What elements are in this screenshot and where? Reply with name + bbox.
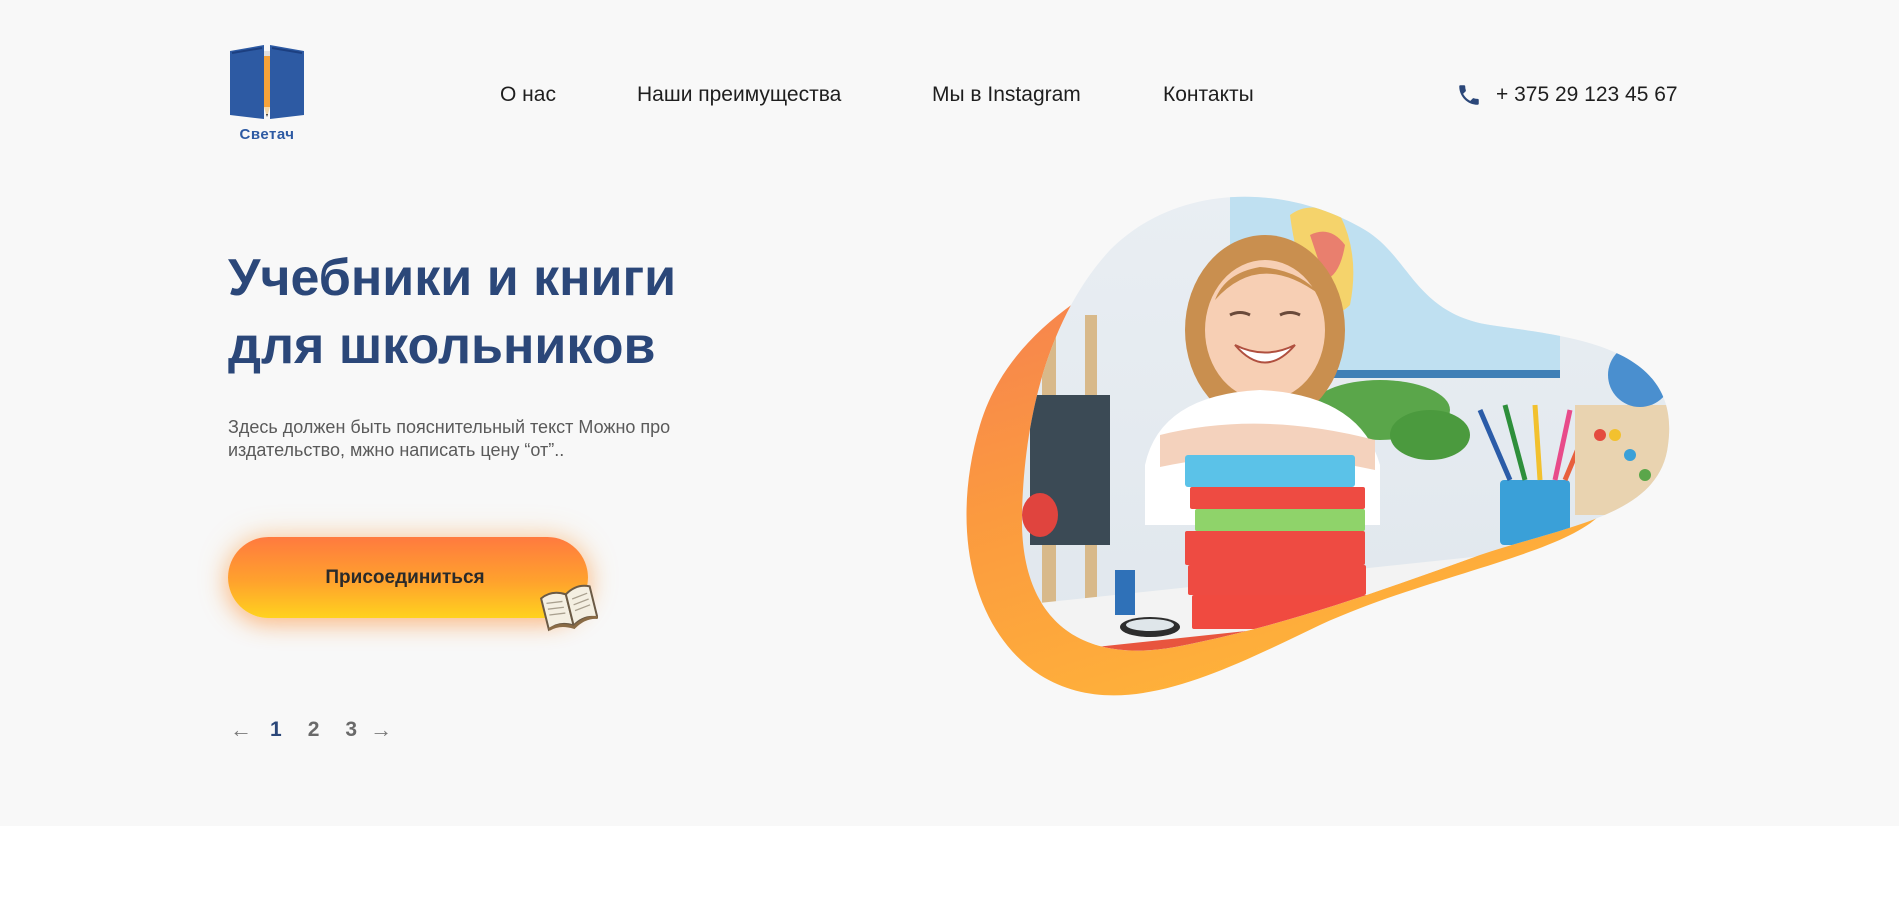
nav-item-about[interactable]: О нас — [500, 83, 556, 107]
hero-title-line-2: для школьников — [228, 317, 656, 375]
join-button[interactable]: Присоединиться — [228, 537, 588, 618]
prev-arrow-icon[interactable]: ← — [230, 719, 252, 741]
page-1[interactable]: 1 — [270, 718, 282, 742]
nav-item-instagram[interactable]: Мы в Instagram — [932, 83, 1081, 107]
hero-title-line-1: Учебники и книги — [228, 249, 677, 307]
brand-logo[interactable]: Светач — [228, 45, 306, 143]
book-logo-icon — [230, 45, 304, 119]
brand-name: Светач — [239, 126, 295, 143]
next-arrow-icon[interactable]: → — [370, 719, 392, 741]
page-2[interactable]: 2 — [308, 718, 320, 742]
hero-description: Здесь должен быть пояснительный текст Мо… — [228, 417, 671, 460]
open-book-icon — [540, 584, 598, 632]
hero-section: Светач О нас Наши преимущества Мы в Inst… — [0, 0, 1899, 826]
phone-contact[interactable]: + 375 29 123 45 67 — [1456, 82, 1678, 108]
slider-pagination: ← 1 2 3 → — [230, 718, 392, 742]
hero-title: Учебники и книги для школьников — [228, 244, 788, 380]
nav-item-advantages[interactable]: Наши преимущества — [637, 83, 841, 107]
hero-illustration — [966, 196, 1670, 696]
nav-item-contacts[interactable]: Контакты — [1163, 83, 1254, 107]
page-3[interactable]: 3 — [345, 718, 357, 742]
phone-number: + 375 29 123 45 67 — [1496, 83, 1678, 106]
phone-icon — [1459, 85, 1479, 105]
